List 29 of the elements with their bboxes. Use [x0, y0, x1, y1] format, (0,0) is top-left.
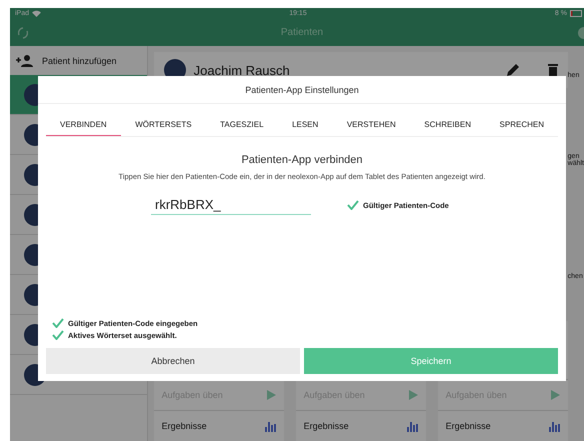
- results-row[interactable]: Ergebnisse: [154, 410, 284, 441]
- play-icon: [266, 390, 276, 400]
- tab[interactable]: VERBINDEN: [46, 114, 121, 136]
- bar-chart-icon: [548, 420, 560, 432]
- results-row[interactable]: Ergebnisse: [296, 410, 426, 441]
- tab[interactable]: VERSTEHEN: [332, 114, 410, 136]
- play-icon: [550, 390, 560, 400]
- battery-icon: [570, 10, 582, 17]
- nav-title: Patienten: [280, 27, 324, 38]
- tab[interactable]: SPRECHEN: [486, 114, 558, 136]
- patient-name: Joachim Rausch: [194, 62, 291, 78]
- bar-chart-icon: [406, 420, 418, 432]
- add-person-icon: [16, 54, 34, 66]
- add-patient-button[interactable]: Patient hinzufügen: [10, 46, 147, 75]
- tab[interactable]: TAGESZIEL: [206, 114, 278, 136]
- tab[interactable]: SCHREIBEN: [410, 114, 485, 136]
- dialog-title: Patienten-App Einstellungen: [38, 76, 566, 104]
- results-label: Ergebnisse: [162, 421, 207, 431]
- wifi-icon: [32, 10, 42, 17]
- results-label: Ergebnisse: [446, 421, 491, 431]
- tab[interactable]: LESEN: [278, 114, 332, 136]
- play-icon: [408, 390, 418, 400]
- results-label: Ergebnisse: [304, 421, 349, 431]
- results-row[interactable]: Ergebnisse: [438, 410, 568, 441]
- cancel-button[interactable]: Abbrechen: [46, 348, 300, 374]
- trash-icon[interactable]: [548, 63, 558, 77]
- bar-chart-icon: [264, 420, 276, 432]
- section-heading: Patienten-App verbinden: [240, 154, 364, 166]
- tab[interactable]: WÖRTERSETS: [121, 114, 206, 136]
